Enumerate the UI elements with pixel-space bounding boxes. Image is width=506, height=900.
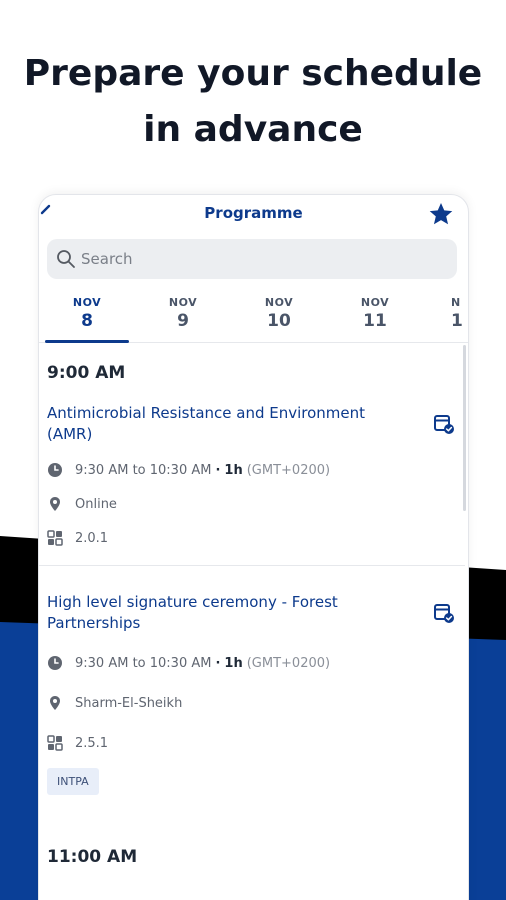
location-pin-icon — [50, 696, 60, 710]
headline: Prepare your schedule in advance — [0, 46, 506, 158]
date-tab-month: N — [451, 296, 461, 309]
star-icon[interactable] — [428, 201, 454, 227]
date-tab-day: 9 — [177, 311, 189, 331]
location-pin-icon — [50, 497, 60, 511]
session-timezone: (GMT+0200) — [246, 462, 331, 478]
divider — [39, 565, 465, 566]
date-tab-day: 10 — [267, 311, 291, 331]
date-tab-nov-9[interactable]: NOV 9 — [139, 291, 227, 343]
session-tag[interactable]: INTPA — [47, 768, 99, 795]
date-tab-next[interactable]: N 1 — [451, 291, 468, 343]
active-tab-indicator — [45, 340, 129, 343]
session-title[interactable]: High level signature ceremony - Forest P… — [47, 592, 407, 634]
session-duration: 1h — [224, 462, 243, 478]
session-card[interactable]: Antimicrobial Resistance and Environment… — [39, 403, 465, 592]
session-separator: · — [215, 462, 221, 478]
session-location-row: Online — [47, 487, 457, 521]
add-to-calendar-icon[interactable] — [433, 602, 455, 624]
room-grid-icon — [47, 530, 63, 546]
session-location: Online — [75, 496, 117, 512]
date-tabs: NOV 8 NOV 9 NOV 10 NOV 11 N 1 — [39, 291, 468, 343]
time-slot-heading: 11:00 AM — [47, 847, 138, 867]
session-timezone: (GMT+0200) — [246, 655, 331, 671]
session-room: 2.5.1 — [75, 735, 109, 751]
session-card[interactable]: High level signature ceremony - Forest P… — [47, 592, 457, 807]
top-bar: Programme — [39, 195, 468, 235]
date-tab-day: 11 — [363, 311, 387, 331]
room-grid-icon — [47, 735, 63, 751]
search-bar[interactable] — [47, 239, 457, 279]
session-location: Sharm-El-Sheikh — [75, 695, 183, 711]
time-slot-heading: 9:00 AM — [47, 363, 126, 383]
search-icon — [57, 250, 75, 268]
session-time-range: 9:30 AM to 10:30 AM — [75, 655, 212, 671]
session-time-range: 9:30 AM to 10:30 AM — [75, 462, 212, 478]
date-tab-month: NOV — [72, 296, 102, 309]
schedule-list: 9:00 AM Antimicrobial Resistance and Env… — [39, 345, 465, 887]
date-tab-nov-11[interactable]: NOV 11 — [331, 291, 419, 343]
date-tab-day: 8 — [81, 311, 93, 331]
date-tab-nov-10[interactable]: NOV 10 — [235, 291, 323, 343]
session-duration: 1h — [224, 655, 243, 671]
session-separator: · — [215, 655, 221, 671]
clock-icon — [48, 463, 62, 477]
date-tab-nov-8[interactable]: NOV 8 — [43, 291, 131, 343]
headline-line-1: Prepare your schedule — [23, 53, 483, 94]
search-input[interactable] — [81, 239, 441, 279]
date-tab-day: 1 — [451, 311, 463, 331]
session-room: 2.0.1 — [75, 530, 109, 546]
clock-icon — [48, 656, 62, 670]
page-title: Programme — [204, 204, 303, 222]
session-room-row: 2.5.1 — [47, 726, 457, 760]
session-location-row: Sharm-El-Sheikh — [47, 686, 457, 720]
phone-screen: Programme NOV 8 NOV 9 NOV 10 NOV 11 — [38, 194, 469, 900]
add-to-calendar-icon[interactable] — [433, 413, 455, 435]
scrollbar[interactable] — [463, 345, 466, 511]
session-time-row: 9:30 AM to 10:30 AM · 1h (GMT+0200) — [47, 453, 457, 487]
headline-line-2: in advance — [143, 109, 363, 150]
date-tab-month: NOV — [360, 296, 390, 309]
date-tab-month: NOV — [168, 296, 198, 309]
session-time-row: 9:30 AM to 10:30 AM · 1h (GMT+0200) — [47, 646, 457, 680]
session-room-row: 2.0.1 — [47, 521, 457, 555]
session-title[interactable]: Antimicrobial Resistance and Environment… — [47, 403, 407, 445]
date-tab-month: NOV — [264, 296, 294, 309]
